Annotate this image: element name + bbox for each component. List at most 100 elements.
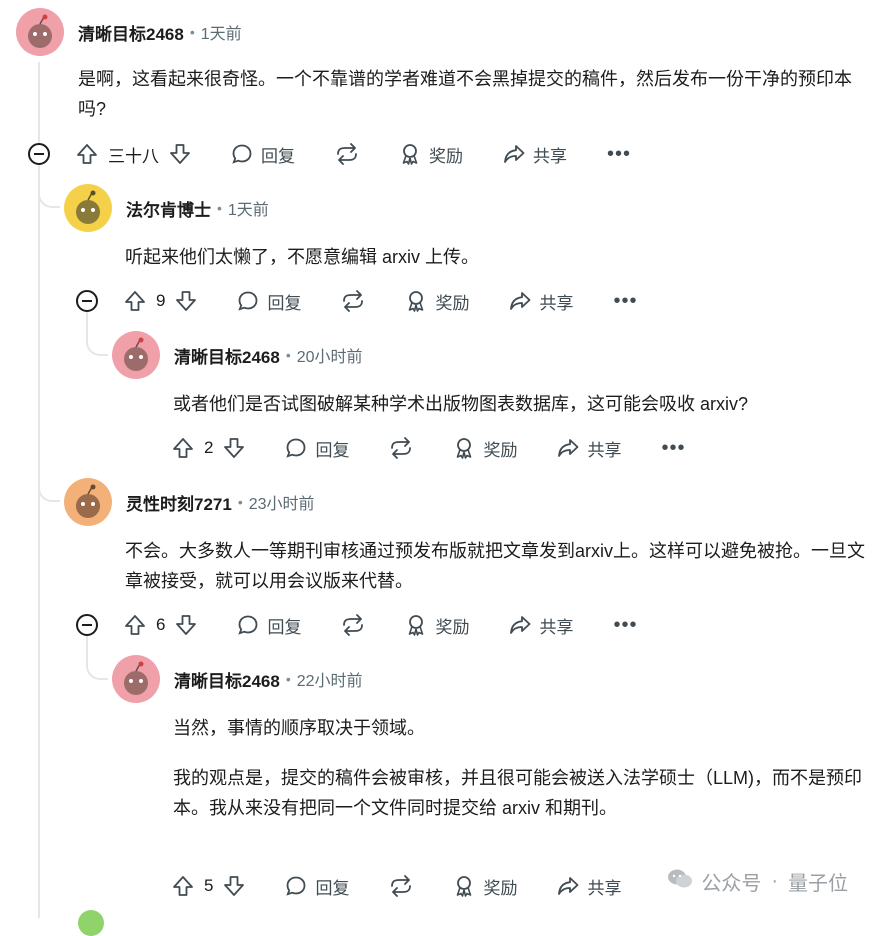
comment-body: 听起来他们太懒了，不愿意编辑 arxiv 上传。 — [125, 242, 865, 272]
collapse-button[interactable] — [76, 290, 98, 312]
meta-separator: • — [285, 671, 291, 687]
reply-button[interactable]: 回复 — [237, 613, 301, 638]
meta-separator: • — [217, 200, 222, 216]
avatar[interactable] — [112, 331, 160, 379]
share-button[interactable]: 共享 — [509, 289, 573, 314]
reply-button[interactable]: 回复 — [237, 289, 301, 314]
award-ribbon-icon — [399, 143, 421, 165]
meta-separator: • — [237, 494, 243, 510]
username[interactable]: 灵性时刻7271 — [126, 490, 232, 515]
award-button[interactable]: 奖励 — [453, 874, 517, 899]
award-button[interactable]: 奖励 — [399, 142, 463, 167]
snoo-avatar-icon — [28, 14, 52, 48]
snoo-avatar-icon — [76, 190, 100, 224]
speech-bubble-icon — [285, 437, 307, 459]
vote-count: 6 — [156, 615, 166, 634]
username[interactable]: 法尔肯博士 — [126, 196, 211, 221]
crosspost-icon — [341, 614, 365, 636]
upvote-icon[interactable] — [172, 437, 194, 459]
share-label: 共享 — [539, 617, 574, 637]
comment-actions: 9 回复 奖励 共享 ••• — [124, 283, 637, 319]
award-label: 奖励 — [435, 293, 470, 313]
thread-connector — [38, 160, 60, 208]
upvote-icon[interactable] — [124, 290, 146, 312]
reply-label: 回复 — [315, 440, 350, 460]
timestamp[interactable]: 23小时前 — [249, 490, 315, 514]
reply-button[interactable]: 回复 — [231, 142, 295, 167]
speech-bubble-icon — [285, 875, 307, 897]
downvote-icon[interactable] — [223, 437, 245, 459]
watermark-name: 量子位 — [788, 873, 848, 895]
vote-count: 5 — [204, 876, 214, 895]
upvote-icon[interactable] — [76, 143, 98, 165]
comment-actions: 2 回复 奖励 共享 ••• — [172, 430, 685, 466]
crosspost-button[interactable] — [389, 875, 413, 897]
timestamp[interactable]: 1天前 — [201, 20, 242, 44]
downvote-icon[interactable] — [223, 875, 245, 897]
downvote-icon[interactable] — [175, 614, 197, 636]
more-options-button[interactable]: ••• — [661, 438, 685, 458]
avatar[interactable] — [64, 478, 112, 526]
username[interactable]: 清晰目标2468 — [174, 343, 280, 368]
award-ribbon-icon — [453, 875, 475, 897]
comment-header: 清晰目标2468 • 1天前 — [16, 8, 242, 56]
timestamp[interactable]: 1天前 — [228, 196, 269, 220]
reply-button[interactable]: 回复 — [285, 436, 349, 461]
award-ribbon-icon — [405, 290, 427, 312]
upvote-icon[interactable] — [172, 875, 194, 897]
share-button[interactable]: 共享 — [509, 613, 573, 638]
username[interactable]: 清晰目标2468 — [78, 20, 184, 45]
crosspost-button[interactable] — [335, 143, 359, 165]
share-arrow-icon — [503, 143, 525, 165]
award-label: 奖励 — [483, 440, 518, 460]
reply-label: 回复 — [315, 878, 350, 898]
vote-count: 9 — [156, 291, 166, 310]
timestamp[interactable]: 20小时前 — [297, 343, 363, 367]
more-options-button[interactable]: ••• — [607, 144, 631, 164]
snoo-avatar-icon — [124, 337, 148, 371]
upvote-icon[interactable] — [124, 614, 146, 636]
award-button[interactable]: 奖励 — [405, 289, 469, 314]
award-button[interactable]: 奖励 — [405, 613, 469, 638]
share-button[interactable]: 共享 — [557, 436, 621, 461]
username[interactable]: 清晰目标2468 — [174, 667, 280, 692]
award-button[interactable]: 奖励 — [453, 436, 517, 461]
comment-paragraph: 或者他们是否试图破解某种学术出版物图表数据库，这可能会吸收 arxiv? — [173, 394, 749, 414]
comment-actions: 三十八 回复 奖励 共享 ••• — [76, 136, 631, 172]
collapse-button[interactable] — [76, 614, 98, 636]
crosspost-button[interactable] — [341, 614, 365, 636]
downvote-icon[interactable] — [169, 143, 191, 165]
meta-separator: • — [189, 24, 195, 40]
avatar[interactable] — [16, 8, 64, 56]
share-label: 共享 — [539, 293, 574, 313]
meta-separator: • — [285, 347, 291, 363]
crosspost-button[interactable] — [341, 290, 365, 312]
wechat-icon — [667, 868, 693, 896]
vote-group: 5 — [172, 875, 245, 897]
vote-group: 2 — [172, 437, 245, 459]
avatar[interactable] — [78, 910, 104, 936]
watermark: 公众号 · 量子位 — [663, 867, 852, 896]
timestamp[interactable]: 22小时前 — [297, 667, 363, 691]
comment-body: 不会。大多数人一等期刊审核通过预发布版就把文章发到arxiv上。这样可以避免被抢… — [125, 536, 870, 596]
crosspost-button[interactable] — [389, 437, 413, 459]
share-label: 共享 — [587, 440, 622, 460]
share-button[interactable]: 共享 — [557, 874, 621, 899]
comment-paragraph: 我的观点是，提交的稿件会被审核，并且很可能会被送入法学硕士（LLM)，而不是预印… — [173, 768, 863, 818]
comment-header: 清晰目标2468 • 20小时前 — [112, 331, 363, 379]
share-arrow-icon — [509, 290, 531, 312]
comment-paragraph: 是啊，这看起来很奇怪。一个不靠谱的学者难道不会黑掉提交的稿件，然后发布一份干净的… — [78, 69, 852, 119]
reply-button[interactable]: 回复 — [285, 874, 349, 899]
more-options-button[interactable]: ••• — [613, 291, 637, 311]
snoo-avatar-icon — [76, 484, 100, 518]
downvote-icon[interactable] — [175, 290, 197, 312]
share-button[interactable]: 共享 — [503, 142, 567, 167]
more-options-button[interactable]: ••• — [613, 615, 637, 635]
comment-paragraph: 不会。大多数人一等期刊审核通过预发布版就把文章发到arxiv上。这样可以避免被抢… — [125, 541, 865, 591]
comment-actions: 5 回复 奖励 共享 — [172, 868, 621, 904]
collapse-button[interactable] — [28, 143, 50, 165]
avatar[interactable] — [112, 655, 160, 703]
comment-paragraph: 听起来他们太懒了，不愿意编辑 arxiv 上传。 — [125, 247, 480, 267]
avatar[interactable] — [64, 184, 112, 232]
share-label: 共享 — [533, 146, 567, 166]
